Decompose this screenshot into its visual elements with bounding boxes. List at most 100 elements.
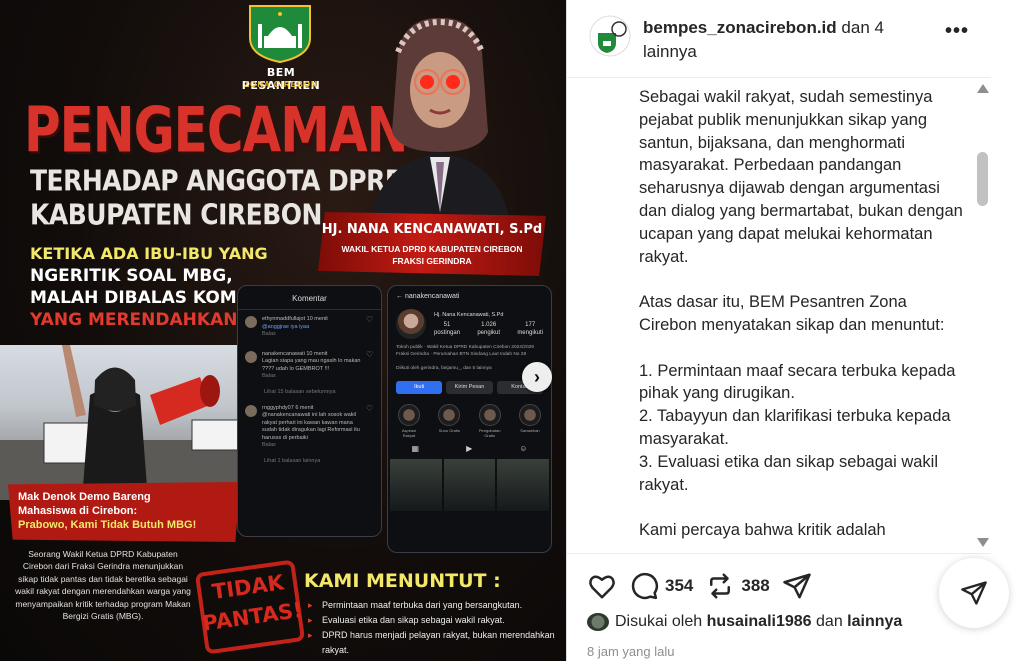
posts-label: postingan <box>434 329 461 336</box>
comment-text: Lagian siapa yang mau ngasih lo makan ??… <box>262 358 361 372</box>
heart-icon: ♡ <box>366 403 374 413</box>
share-icon <box>961 581 987 605</box>
poster-tagline: KETIKA ADA IBU-IBU YANG NGERITIK SOAL MB… <box>30 243 268 331</box>
tagline-line-2: NGERITIK SOAL MBG, <box>30 266 233 286</box>
comment-user: nanakencanawati <box>262 350 305 357</box>
next-arrow-icon[interactable]: › <box>522 362 552 392</box>
message-button: Kirim Pesan <box>446 380 493 394</box>
official-role: WAKIL KETUA DPRD KABUPATEN CIREBON FRAKS… <box>318 243 546 267</box>
followers-count: 1.026 <box>481 321 497 328</box>
tagline-line-3: MALAH DIBALAS KOMEN <box>30 288 263 308</box>
avatar <box>245 316 257 328</box>
demands-title: KAMI MENUNTUT : <box>304 570 501 592</box>
profile-header: Hj. Nana Kencanawati, S.Pd 51 postingan 1… <box>388 307 551 341</box>
comment-button[interactable]: 354 <box>629 571 693 601</box>
demo-caption-quote: Prabowo, Kami Tidak Butuh MBG! <box>18 519 197 531</box>
comments-screenshot: Komentar ethynmaddfullajot 10 menit @ang… <box>237 285 382 537</box>
bem-logo <box>249 5 311 64</box>
tagline-line-4: YANG MERENDAHKAN! <box>30 310 246 330</box>
demand-item: Evaluasi etika dan sikap sebagai wakil r… <box>308 613 558 628</box>
comment-reply: Balas <box>262 331 276 337</box>
liked-by-conj: dan <box>816 613 843 630</box>
highlight-label: Pengobatan Gratis <box>478 427 501 438</box>
instagram-post-panel: bempes_zonacirebon.id dan 4 lainnya ••• … <box>566 0 1034 661</box>
repost-button[interactable]: 388 <box>705 571 770 601</box>
avatar <box>396 309 426 339</box>
highlight-item: Sunu Gratis <box>438 403 461 438</box>
demand-item: Permintaan maaf terbuka dari yang bersan… <box>308 598 558 613</box>
username-link[interactable]: bempes_zonacirebon.id <box>643 18 837 37</box>
share-button[interactable] <box>939 558 1009 628</box>
scroll-up-arrow[interactable] <box>977 84 989 93</box>
reels-icon: ▶ <box>466 443 473 453</box>
profile-bio: Tokoh publik · Wakil Ketua DPRD Kabupate… <box>396 345 534 357</box>
follow-button: Ikuti <box>396 380 443 394</box>
following-count: 177 <box>525 321 536 328</box>
avatar <box>245 404 257 417</box>
official-role-line-2: FRAKSI GERINDRA <box>392 256 472 266</box>
send-icon <box>783 573 811 599</box>
comment-time: 10 menit <box>306 316 328 322</box>
comments-title: Komentar <box>238 286 381 310</box>
comment-reply: Balas <box>262 442 276 448</box>
comment-item: nanakencanawati 10 menit Lagian siapa ya… <box>238 345 381 387</box>
comment-user: rnggyphdy07 <box>262 404 294 411</box>
post-authors[interactable]: bempes_zonacirebon.id dan 4 lainnya <box>643 16 923 64</box>
highlight-label: Sunu Gratis <box>438 427 460 433</box>
like-button[interactable] <box>587 571 617 601</box>
heart-icon: ♡ <box>366 315 374 324</box>
comment-time: 6 menit <box>295 404 314 411</box>
poster-subheadline-1: TERHADAP ANGGOTA DPRD <box>30 164 406 198</box>
tagline-line-1: KETIKA ADA IBU-IBU YANG <box>30 244 268 263</box>
more-icon[interactable]: ••• <box>945 20 969 43</box>
post-caption: Sebagai wakil rakyat, sudah semestinya p… <box>639 88 963 540</box>
likes-summary[interactable]: Disukai oleh husainali1986 dan lainnya <box>587 613 902 631</box>
avatar <box>245 350 257 363</box>
profile-username-text: nanakencanawati <box>404 293 460 300</box>
profile-grid <box>388 457 551 513</box>
liked-by-user[interactable]: husainali1986 <box>707 613 812 631</box>
org-subtitle: ZONA CIREBON <box>244 80 318 89</box>
heart-icon: ♡ <box>366 349 374 359</box>
official-role-line-1: WAKIL KETUA DPRD KABUPATEN CIREBON <box>341 244 523 254</box>
more-replies: Lihat 1 balasan lainnya <box>264 457 321 464</box>
followers-label: pengikut <box>477 329 501 336</box>
send-button[interactable] <box>782 571 812 601</box>
repost-count: 388 <box>741 576 770 595</box>
demo-caption-line-1: Mak Denok Demo Bareng <box>18 491 151 503</box>
demands-list: Permintaan maaf terbuka dari yang bersan… <box>308 598 558 658</box>
comment-icon <box>631 572 658 600</box>
more-replies: Lihat 15 balasan sebelumnya <box>264 388 336 395</box>
highlight-label: Aspirasi Rakyat <box>401 427 417 438</box>
profile-tabs: ▦ ▶ ☺ <box>388 440 551 457</box>
post-timestamp[interactable]: 8 jam yang lalu <box>587 644 674 659</box>
liked-by-prefix: Disukai oleh <box>615 613 703 630</box>
comment-text: @nanakencanawati ini lah sosok wakil rak… <box>262 412 360 441</box>
demo-caption-title: Mak Denok Demo Bareng Mahasiswa di Cireb… <box>18 490 151 518</box>
following-label: mengikuti <box>517 329 543 336</box>
highlights: Aspirasi Rakyat Sunu Gratis Pengobatan G… <box>388 398 551 440</box>
comment-text: @anggjrae iya iyaa <box>262 323 310 330</box>
profile-screenshot: ← nanakencanawati Hj. Nana Kencanawati, … <box>387 285 552 553</box>
highlight-label: Sarasehan <box>520 427 540 433</box>
tagged-icon: ☺ <box>519 443 528 453</box>
comment-item: rnggyphdy07 6 menit @nanakencanawati ini… <box>238 399 381 456</box>
grid-thumb <box>497 458 550 511</box>
grid-thumb <box>443 458 496 511</box>
profile-display-name: Hj. Nana Kencanawati, S.Pd <box>434 311 504 318</box>
post-header: bempes_zonacirebon.id dan 4 lainnya ••• <box>567 0 991 78</box>
account-avatar[interactable] <box>589 15 631 57</box>
comment-user: ethynmaddfullajot <box>262 316 306 322</box>
post-image[interactable]: BEM PESANTREN ZONA CIREBON PENGECAMAN TE… <box>0 0 566 661</box>
comment-time: 10 menit <box>306 350 328 357</box>
comment-reply: Balas <box>262 373 276 379</box>
demo-caption-line-2: Mahasiswa di Cirebon: <box>18 505 138 517</box>
poster-description: Seorang Wakil Ketua DPRD Kabupaten Cireb… <box>15 549 191 622</box>
liked-by-others[interactable]: lainnya <box>847 613 902 631</box>
scrollbar[interactable] <box>975 84 989 550</box>
demo-photo <box>0 345 240 500</box>
poster-subheadline-2: KABUPATEN CIREBON <box>30 198 322 232</box>
scroll-thumb[interactable] <box>977 152 988 206</box>
scroll-down-arrow[interactable] <box>977 538 989 547</box>
posts-count: 51 <box>443 321 451 328</box>
